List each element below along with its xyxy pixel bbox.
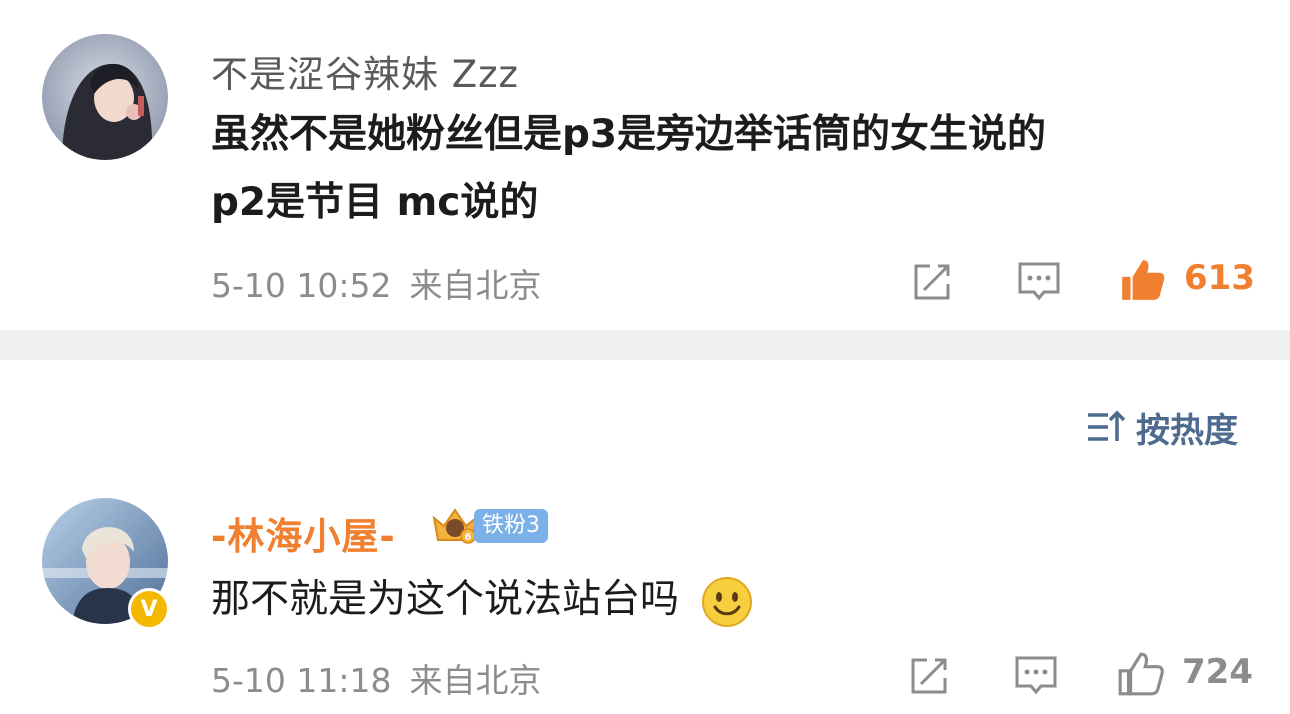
comment-time: 5-10 11:18 xyxy=(211,661,392,700)
comment-button[interactable] xyxy=(1016,258,1062,304)
comment-text: 那不就是为这个说法站台吗 xyxy=(211,566,753,634)
comment-meta: 5-10 10:52 来自北京 xyxy=(211,259,542,307)
share-icon xyxy=(914,264,950,300)
verified-icon: V xyxy=(128,588,170,630)
like-button[interactable]: 613 xyxy=(1118,254,1255,306)
sort-label: 按热度 xyxy=(1136,410,1238,451)
like-icon xyxy=(1118,652,1164,696)
comment-text-line: p2是节目 mc说的 xyxy=(211,180,539,225)
comment-icon xyxy=(1018,262,1060,301)
comment-text-line: 虽然不是她粉丝但是p3是旁边举话筒的女生说的 xyxy=(211,112,1047,157)
comment-time: 5-10 10:52 xyxy=(211,266,392,305)
sort-by-hot-button[interactable]: 按热度 xyxy=(1086,404,1238,451)
like-button[interactable]: 724 xyxy=(1116,648,1253,700)
like-icon xyxy=(1122,260,1165,300)
comment-text-line: 那不就是为这个说法站台吗 xyxy=(211,577,680,622)
like-count: 613 xyxy=(1184,258,1255,298)
sort-icon xyxy=(1088,410,1126,441)
section-divider xyxy=(0,330,1290,360)
share-icon xyxy=(911,658,947,694)
fan-badge-label: 铁粉3 xyxy=(474,509,548,543)
fan-crown-icon: 6 xyxy=(432,508,478,544)
fan-badge[interactable]: 6 铁粉3 xyxy=(430,506,548,546)
comment-username[interactable]: 不是涩谷辣妹 Zzz xyxy=(211,44,519,98)
comment-icon xyxy=(1015,656,1057,695)
like-count: 724 xyxy=(1182,652,1253,692)
comment-text: 虽然不是她粉丝但是p3是旁边举话筒的女生说的 p2是节目 mc说的 xyxy=(211,101,1046,237)
fan-level: 6 xyxy=(465,532,472,543)
comment-location: 来自北京 xyxy=(409,661,542,700)
comment-meta: 5-10 11:18 来自北京 xyxy=(211,654,542,702)
share-button[interactable] xyxy=(907,652,953,698)
avatar[interactable] xyxy=(42,34,168,160)
comment-location: 来自北京 xyxy=(409,266,542,305)
smile-emoji-icon xyxy=(702,576,753,627)
comment-button[interactable] xyxy=(1013,652,1059,698)
share-button[interactable] xyxy=(910,258,956,304)
comment-username[interactable]: -林海小屋- xyxy=(211,506,396,560)
